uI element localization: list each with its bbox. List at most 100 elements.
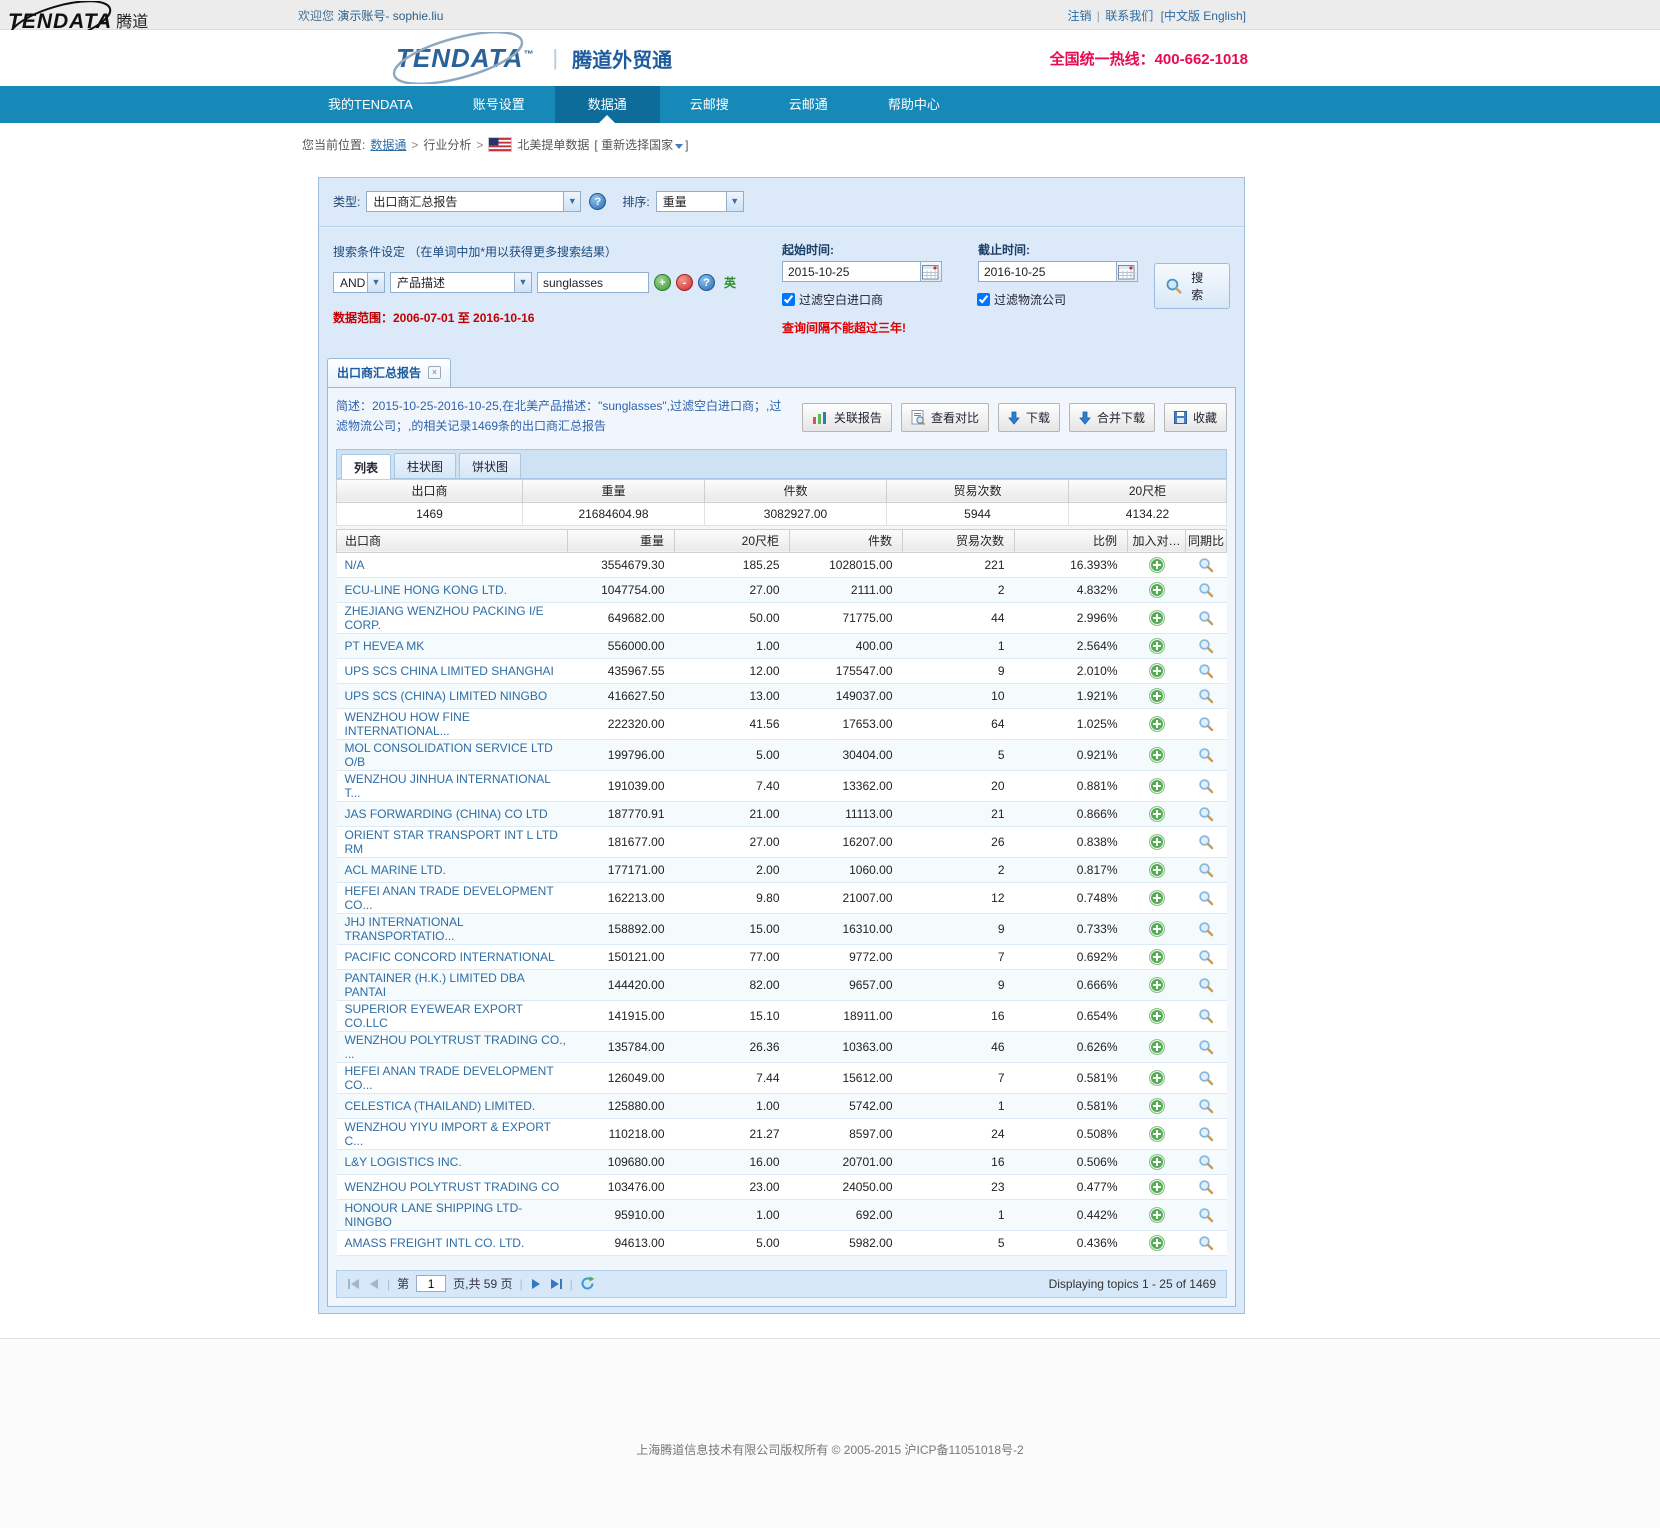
nav-item-my-tendata[interactable]: 我的TENDATA bbox=[298, 86, 443, 123]
col-header-trades[interactable]: 贸易次数 bbox=[903, 529, 1015, 552]
exporter-name-link[interactable]: ORIENT STAR TRANSPORT INT L LTD RM bbox=[337, 826, 568, 857]
add-to-compare-button[interactable] bbox=[1128, 944, 1186, 969]
exporter-name-link[interactable]: WENZHOU POLYTRUST TRADING CO., ... bbox=[337, 1031, 568, 1062]
tab-pie-chart-view[interactable]: 饼状图 bbox=[459, 453, 521, 478]
exporter-name-link[interactable]: UPS SCS CHINA LIMITED SHANGHAI bbox=[337, 658, 568, 683]
add-to-compare-button[interactable] bbox=[1128, 913, 1186, 944]
sort-select[interactable]: 重量 ▼ bbox=[656, 191, 744, 212]
previous-page-button[interactable] bbox=[368, 1278, 380, 1290]
period-compare-button[interactable] bbox=[1186, 969, 1227, 1000]
checkbox[interactable] bbox=[977, 293, 990, 306]
exporter-name-link[interactable]: WENZHOU HOW FINE INTERNATIONAL... bbox=[337, 708, 568, 739]
add-to-compare-button[interactable] bbox=[1128, 1031, 1186, 1062]
contact-link[interactable]: 联系我们 bbox=[1105, 9, 1153, 23]
logout-link[interactable]: 注销 bbox=[1067, 9, 1091, 23]
exporter-name-link[interactable]: PACIFIC CONCORD INTERNATIONAL bbox=[337, 944, 568, 969]
add-to-compare-button[interactable] bbox=[1128, 577, 1186, 602]
add-to-compare-button[interactable] bbox=[1128, 1000, 1186, 1031]
exporter-name-link[interactable]: CELESTICA (THAILAND) LIMITED. bbox=[337, 1093, 568, 1118]
report-type-select[interactable]: 出口商汇总报告 ▼ bbox=[366, 191, 581, 212]
col-header-add-to-compare[interactable]: 加入对… bbox=[1128, 529, 1186, 552]
exporter-name-link[interactable]: WENZHOU YIYU IMPORT & EXPORT C... bbox=[337, 1118, 568, 1149]
period-compare-button[interactable] bbox=[1186, 602, 1227, 633]
view-compare-button[interactable]: 查看对比 bbox=[901, 403, 989, 432]
end-date-input[interactable] bbox=[978, 261, 1116, 282]
nav-item-help-center[interactable]: 帮助中心 bbox=[858, 86, 970, 123]
exporter-name-link[interactable]: PANTAINER (H.K.) LIMITED DBA PANTAI bbox=[337, 969, 568, 1000]
add-to-compare-button[interactable] bbox=[1128, 770, 1186, 801]
nav-item-cloud-mail[interactable]: 云邮通 bbox=[759, 86, 858, 123]
add-to-compare-button[interactable] bbox=[1128, 1062, 1186, 1093]
period-compare-button[interactable] bbox=[1186, 739, 1227, 770]
add-to-compare-button[interactable] bbox=[1128, 683, 1186, 708]
last-page-button[interactable] bbox=[549, 1278, 563, 1290]
period-compare-button[interactable] bbox=[1186, 577, 1227, 602]
keyword-input[interactable] bbox=[537, 272, 649, 293]
download-button[interactable]: 下载 bbox=[998, 403, 1060, 432]
exporter-name-link[interactable]: ECU-LINE HONG KONG LTD. bbox=[337, 577, 568, 602]
col-header-period-compare[interactable]: 同期比 bbox=[1186, 529, 1227, 552]
period-compare-button[interactable] bbox=[1186, 1174, 1227, 1199]
period-compare-button[interactable] bbox=[1186, 658, 1227, 683]
exporter-name-link[interactable]: WENZHOU JINHUA INTERNATIONAL T... bbox=[337, 770, 568, 801]
period-compare-button[interactable] bbox=[1186, 944, 1227, 969]
refresh-icon[interactable] bbox=[580, 1276, 595, 1291]
period-compare-button[interactable] bbox=[1186, 857, 1227, 882]
col-header-weight[interactable]: 重量 bbox=[568, 529, 675, 552]
checkbox[interactable] bbox=[782, 293, 795, 306]
search-button[interactable]: 搜索 bbox=[1154, 263, 1230, 309]
period-compare-button[interactable] bbox=[1186, 1149, 1227, 1174]
add-to-compare-button[interactable] bbox=[1128, 826, 1186, 857]
reselect-country-button[interactable]: [ 重新选择国家] bbox=[594, 136, 688, 153]
col-header-quantity[interactable]: 件数 bbox=[790, 529, 903, 552]
add-to-compare-button[interactable] bbox=[1128, 739, 1186, 770]
col-header-ratio[interactable]: 比例 bbox=[1015, 529, 1128, 552]
period-compare-button[interactable] bbox=[1186, 913, 1227, 944]
period-compare-button[interactable] bbox=[1186, 633, 1227, 658]
add-to-compare-button[interactable] bbox=[1128, 708, 1186, 739]
exporter-name-link[interactable]: MOL CONSOLIDATION SERVICE LTD O/B bbox=[337, 739, 568, 770]
tab-exporter-summary-report[interactable]: 出口商汇总报告 × bbox=[327, 358, 451, 387]
exporter-name-link[interactable]: L&Y LOGISTICS INC. bbox=[337, 1149, 568, 1174]
add-to-compare-button[interactable] bbox=[1128, 1093, 1186, 1118]
period-compare-button[interactable] bbox=[1186, 1000, 1227, 1031]
period-compare-button[interactable] bbox=[1186, 1199, 1227, 1230]
period-compare-button[interactable] bbox=[1186, 683, 1227, 708]
exporter-name-link[interactable]: ZHEJIANG WENZHOU PACKING I/E CORP. bbox=[337, 602, 568, 633]
first-page-button[interactable] bbox=[347, 1278, 361, 1290]
nav-item-data-hub[interactable]: 数据通 bbox=[555, 86, 660, 123]
tab-list-view[interactable]: 列表 bbox=[341, 454, 391, 479]
remove-condition-icon[interactable]: - bbox=[676, 274, 693, 291]
exporter-name-link[interactable]: HONOUR LANE SHIPPING LTD-NINGBO bbox=[337, 1199, 568, 1230]
exporter-name-link[interactable]: N/A bbox=[337, 552, 568, 577]
add-to-compare-button[interactable] bbox=[1128, 1174, 1186, 1199]
help-icon[interactable]: ? bbox=[589, 193, 606, 210]
add-to-compare-button[interactable] bbox=[1128, 857, 1186, 882]
close-icon[interactable]: × bbox=[428, 366, 441, 379]
period-compare-button[interactable] bbox=[1186, 801, 1227, 826]
period-compare-button[interactable] bbox=[1186, 826, 1227, 857]
exporter-name-link[interactable]: JAS FORWARDING (CHINA) CO LTD bbox=[337, 801, 568, 826]
language-switch-link[interactable]: [中文版 English] bbox=[1161, 9, 1246, 23]
search-field-select[interactable]: 产品描述 ▼ bbox=[390, 272, 532, 293]
help-icon[interactable]: ? bbox=[698, 274, 715, 291]
breadcrumb-link-data-hub[interactable]: 数据通 bbox=[370, 136, 406, 153]
period-compare-button[interactable] bbox=[1186, 1093, 1227, 1118]
add-to-compare-button[interactable] bbox=[1128, 1230, 1186, 1255]
add-to-compare-button[interactable] bbox=[1128, 552, 1186, 577]
nav-item-cloud-mail-search[interactable]: 云邮搜 bbox=[660, 86, 759, 123]
filter-blank-importer-checkbox[interactable]: 过滤空白进口商 bbox=[782, 291, 883, 308]
next-page-button[interactable] bbox=[530, 1278, 542, 1290]
period-compare-button[interactable] bbox=[1186, 1230, 1227, 1255]
start-date-input[interactable] bbox=[782, 261, 920, 282]
add-to-compare-button[interactable] bbox=[1128, 801, 1186, 826]
calendar-icon[interactable] bbox=[1116, 261, 1138, 282]
period-compare-button[interactable] bbox=[1186, 882, 1227, 913]
merge-download-button[interactable]: 合并下载 bbox=[1069, 403, 1155, 432]
exporter-name-link[interactable]: HEFEI ANAN TRADE DEVELOPMENT CO... bbox=[337, 882, 568, 913]
exporter-name-link[interactable]: AMASS FREIGHT INTL CO. LTD. bbox=[337, 1230, 568, 1255]
period-compare-button[interactable] bbox=[1186, 708, 1227, 739]
period-compare-button[interactable] bbox=[1186, 770, 1227, 801]
add-to-compare-button[interactable] bbox=[1128, 633, 1186, 658]
related-report-button[interactable]: 关联报告 bbox=[802, 403, 892, 432]
